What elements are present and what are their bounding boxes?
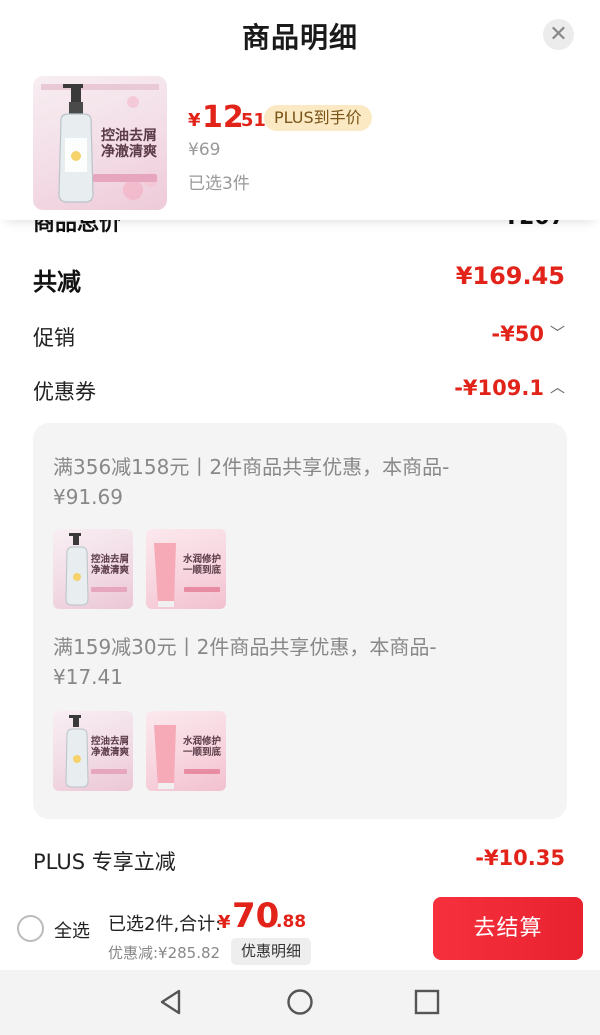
coupon-description: 满356减158元丨2件商品共享优惠，本商品-¥91.69	[53, 455, 450, 509]
selected-count: 已选3件	[188, 174, 250, 194]
select-all-label[interactable]: 全选	[54, 917, 90, 943]
original-price: ¥69	[188, 140, 221, 160]
coupon-value: -¥109.1	[454, 376, 544, 400]
promotion-label: 促销	[33, 326, 75, 350]
coupon-product-thumb[interactable]: 控油去屑 净澈清爽	[53, 529, 133, 609]
total-integer: 70	[232, 896, 280, 936]
checkout-button[interactable]: 去结算	[433, 897, 583, 960]
plus-discount-value: -¥10.35	[475, 846, 565, 870]
detail-sheet: 商品明细 ✕ 商品总价 ¥207 控油去屑 净澈清爽	[0, 0, 600, 888]
coupon-value-wrap: -¥109.1 ︿	[454, 376, 565, 400]
total-decimal: .88	[276, 912, 307, 932]
select-all-checkbox[interactable]	[17, 915, 44, 942]
home-icon[interactable]	[286, 988, 314, 1016]
coupon-product-text: 水润修护 一顺到底	[182, 554, 221, 576]
coupon-product-text: 水润修护 一顺到底	[182, 736, 221, 758]
chevron-down-icon: ﹀	[549, 324, 565, 342]
total-discount-label: 共减	[33, 268, 81, 296]
promotion-value: -¥50	[491, 322, 544, 346]
total-discount-value: ¥169.45	[455, 262, 565, 290]
discount-text: 优惠减:¥285.82	[108, 944, 221, 962]
close-icon: ✕	[549, 22, 568, 47]
recents-icon[interactable]	[413, 988, 441, 1016]
coupon-product-text: 控油去屑 净澈清爽	[90, 554, 129, 576]
system-nav-bar	[0, 970, 600, 1035]
back-icon[interactable]	[157, 988, 185, 1016]
coupon-product-thumb[interactable]: 控油去屑 净澈清爽	[53, 711, 133, 791]
product-image-text: 控油去屑 净澈清爽	[101, 128, 157, 161]
promotion-value-wrap: -¥50 ﹀	[491, 322, 565, 346]
promotion-row[interactable]: 促销 -¥50 ﹀	[0, 322, 600, 358]
coupon-product-thumb[interactable]: 水润修护 一顺到底	[146, 529, 226, 609]
coupon-panel: 满356减158元丨2件商品共享优惠，本商品-¥91.69 控油去屑 净澈清爽 …	[33, 423, 567, 819]
bottom-bar: 全选 已选2件,合计: ¥ 70 .88 优惠减:¥285.82 优惠明细 去结…	[0, 888, 600, 970]
plus-discount-label: PLUS 专享立减	[33, 850, 176, 874]
coupon-product-thumb[interactable]: 水润修护 一顺到底	[146, 711, 226, 791]
chevron-up-icon: ︿	[549, 378, 565, 396]
coupon-label: 优惠券	[33, 380, 96, 404]
price-symbol: ¥	[188, 110, 201, 131]
price-decimal: .51	[234, 110, 266, 131]
coupon-description: 满159减30元丨2件商品共享优惠，本商品-¥17.41	[53, 635, 437, 689]
page-title: 商品明细	[241, 21, 358, 54]
total-symbol: ¥	[218, 912, 231, 933]
coupon-row[interactable]: 优惠券 -¥109.1 ︿	[0, 376, 600, 412]
plus-price-badge: PLUS到手价	[264, 105, 372, 131]
product-card: 控油去屑 净澈清爽 ¥ 12 .51 PLUS到手价 ¥69 已选3件	[0, 70, 600, 220]
product-image[interactable]: 控油去屑 净澈清爽	[33, 76, 167, 210]
selected-total-label: 已选2件,合计:	[108, 914, 222, 935]
plus-discount-row: PLUS 专享立减 -¥10.35	[0, 846, 600, 882]
sheet-header: 商品明细 ✕	[0, 0, 600, 70]
discount-detail-button[interactable]: 优惠明细	[231, 938, 312, 965]
close-button[interactable]: ✕	[543, 19, 574, 50]
total-discount-row: 共减 ¥169.45	[0, 262, 600, 298]
coupon-product-text: 控油去屑 净澈清爽	[90, 736, 129, 758]
